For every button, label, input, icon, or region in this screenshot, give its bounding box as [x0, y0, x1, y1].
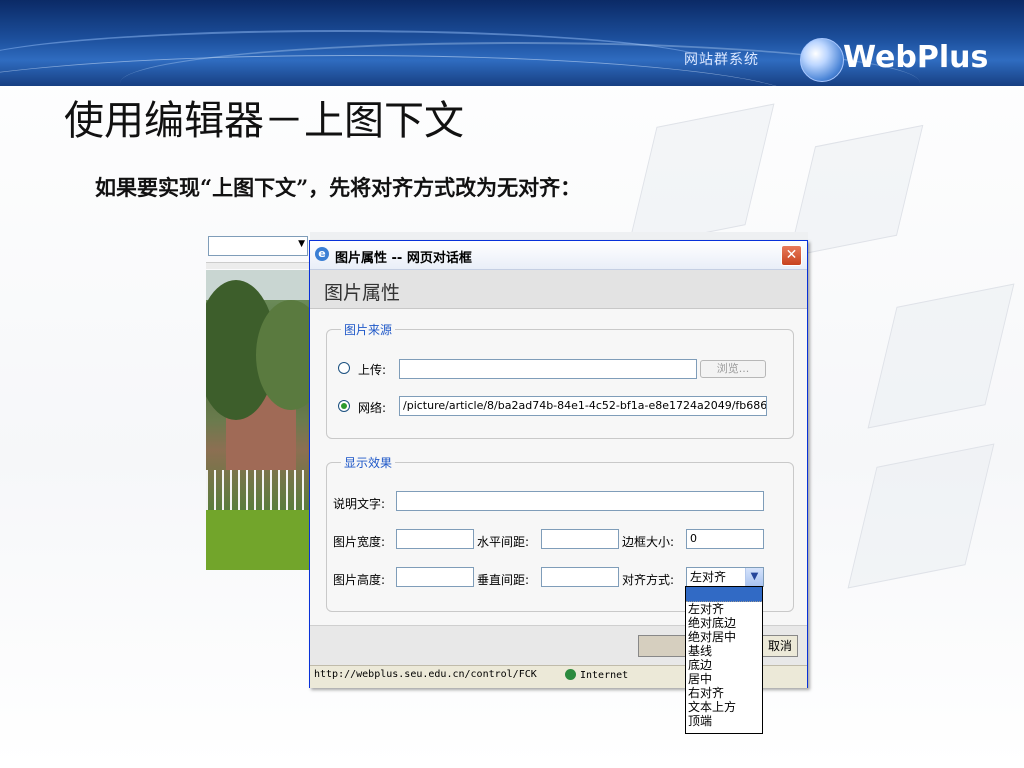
align-dropdown-list: 左对齐 绝对底边 绝对居中 基线 底边 居中 右对齐 文本上方 顶端: [685, 586, 763, 734]
align-option[interactable]: 左对齐: [686, 602, 762, 616]
editor-divider: [206, 262, 310, 269]
editor-style-select[interactable]: ▼: [208, 236, 308, 256]
brand-name: WebPlus: [843, 40, 989, 75]
cancel-button[interactable]: 取消: [762, 635, 798, 657]
image-source-legend: 图片来源: [344, 323, 393, 337]
align-label: 对齐方式:: [622, 573, 675, 587]
brand-subtitle: 网站群系统: [684, 52, 759, 68]
web-radio[interactable]: [338, 400, 350, 412]
background-cube: [847, 443, 995, 589]
slide-body-text: 如果要实现“上图下文”，先将对齐方式改为无对齐：: [95, 175, 582, 200]
width-label: 图片宽度:: [333, 535, 386, 549]
background-cube: [627, 103, 775, 249]
dialog-title: 图片属性 -- 网页对话框: [335, 251, 472, 266]
caption-label: 说明文字:: [333, 497, 386, 511]
align-option[interactable]: 底边: [686, 658, 762, 672]
dialog-heading-band: 图片属性: [310, 270, 807, 309]
brand-globe-logo: [800, 38, 844, 82]
align-select-value: 左对齐: [690, 570, 727, 584]
globe-icon: [565, 669, 576, 680]
ie-icon: e: [315, 247, 329, 261]
align-option[interactable]: 居中: [686, 672, 762, 686]
caption-input[interactable]: [396, 491, 764, 511]
background-cube: [788, 124, 924, 258]
upload-label: 上传:: [358, 363, 387, 377]
height-input[interactable]: [396, 567, 474, 587]
chevron-down-icon: ▼: [298, 239, 305, 249]
display-effect-legend: 显示效果: [344, 456, 393, 470]
image-source-group: 图片来源: [326, 321, 794, 439]
photo-fence: [206, 470, 310, 510]
align-select[interactable]: 左对齐 ▼: [686, 567, 764, 587]
photo-grass: [206, 510, 310, 570]
align-option[interactable]: 右对齐: [686, 686, 762, 700]
slide-banner: 网站群系统 WebPlus: [0, 0, 1024, 86]
align-option[interactable]: 顶端: [686, 714, 762, 728]
web-label: 网络:: [358, 401, 387, 415]
dialog-body: 图片来源 上传: 浏览... 网络: /picture/article/8/ba…: [310, 309, 807, 625]
vspace-input[interactable]: [541, 567, 619, 587]
background-cube: [867, 283, 1015, 429]
height-label: 图片高度:: [333, 573, 386, 587]
status-url: http://webplus.seu.edu.cn/control/FCK: [314, 669, 537, 680]
align-option[interactable]: 基线: [686, 644, 762, 658]
chevron-down-icon[interactable]: ▼: [745, 568, 763, 586]
dialog-heading: 图片属性: [324, 282, 401, 304]
browse-button[interactable]: 浏览...: [700, 360, 766, 378]
vspace-label: 垂直间距:: [477, 573, 530, 587]
align-option[interactable]: 文本上方: [686, 700, 762, 714]
dialog-titlebar: e 图片属性 -- 网页对话框 ✕: [310, 241, 807, 270]
align-option[interactable]: 绝对居中: [686, 630, 762, 644]
slide-title: 使用编辑器－上图下文: [64, 98, 464, 144]
align-option[interactable]: 绝对底边: [686, 616, 762, 630]
hspace-input[interactable]: [541, 529, 619, 549]
status-zone: Internet: [565, 669, 628, 681]
status-zone-label: Internet: [580, 670, 629, 681]
width-input[interactable]: [396, 529, 474, 549]
editor-image[interactable]: [206, 270, 310, 570]
border-label: 边框大小:: [622, 535, 675, 549]
upload-radio[interactable]: [338, 362, 350, 374]
border-input[interactable]: 0: [686, 529, 764, 549]
web-url-input[interactable]: /picture/article/8/ba2ad74b-84e1-4c52-bf…: [399, 396, 767, 416]
close-button[interactable]: ✕: [781, 245, 802, 266]
upload-file-input[interactable]: [399, 359, 697, 379]
align-option-none[interactable]: [686, 587, 762, 602]
hspace-label: 水平间距:: [477, 535, 530, 549]
